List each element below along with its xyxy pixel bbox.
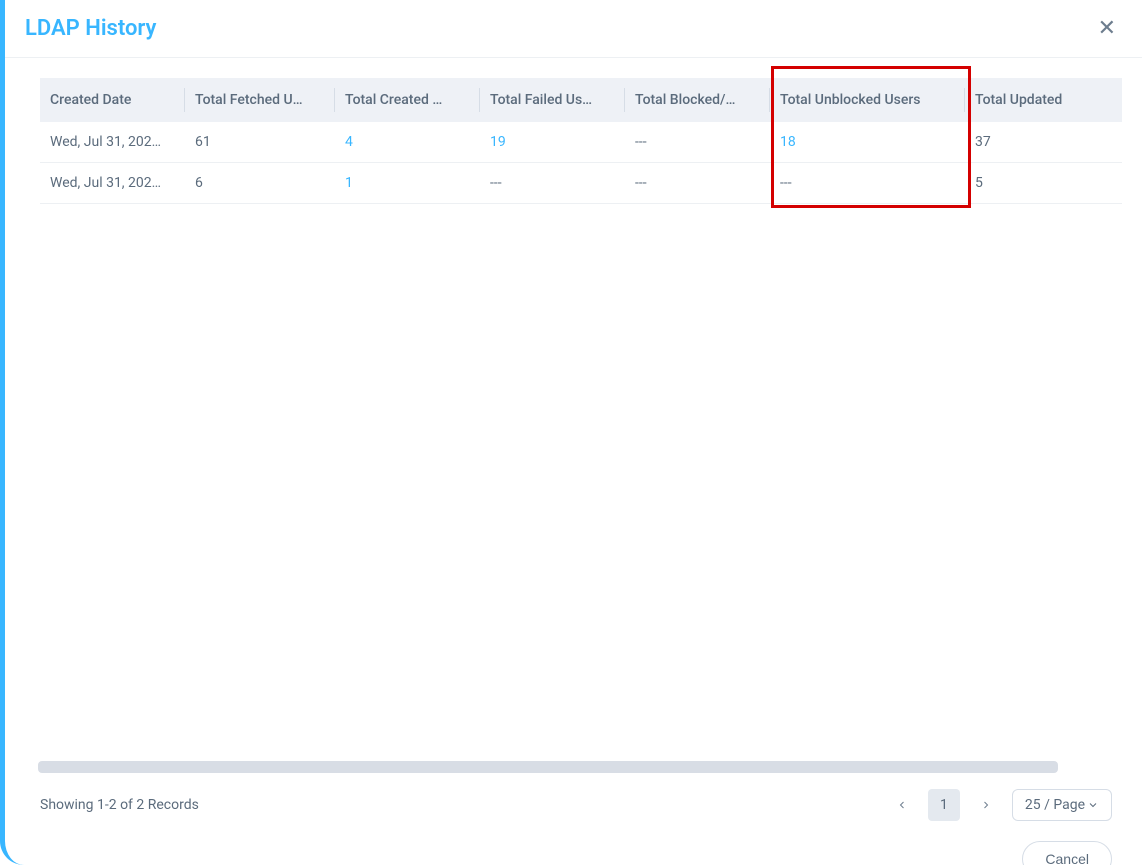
content-spacer (40, 204, 1122, 761)
cell-fetched: 6 (185, 163, 335, 204)
chevron-down-icon (1087, 799, 1099, 811)
cell-created-date: Wed, Jul 31, 202… (40, 122, 185, 163)
page-size-label: 25 / Page (1025, 797, 1085, 813)
cancel-button[interactable]: Cancel (1022, 841, 1112, 865)
col-header-total-updated[interactable]: Total Updated (965, 78, 1122, 122)
cell-unblocked: --- (770, 163, 965, 204)
col-header-created-date[interactable]: Created Date (40, 78, 185, 122)
pagination-footer: Showing 1-2 of 2 Records 1 25 / Page (5, 783, 1142, 831)
col-header-total-created[interactable]: Total Created … (335, 78, 480, 122)
table-row: Wed, Jul 31, 202… 61 4 19 --- 18 37 (40, 122, 1122, 163)
col-header-total-failed[interactable]: Total Failed Us… (480, 78, 625, 122)
modal-header: LDAP History ✕ (5, 0, 1142, 58)
records-count-text: Showing 1-2 of 2 Records (40, 797, 199, 813)
cell-fetched: 61 (185, 122, 335, 163)
modal-content: Created Date Total Fetched U… Total Crea… (5, 58, 1142, 783)
col-header-total-unblocked[interactable]: Total Unblocked Users (770, 78, 965, 122)
table-row: Wed, Jul 31, 202… 6 1 --- --- --- 5 (40, 163, 1122, 204)
cell-updated: 37 (965, 122, 1122, 163)
cell-blocked: --- (625, 163, 770, 204)
horizontal-scrollbar[interactable] (38, 761, 1058, 773)
col-header-total-blocked[interactable]: Total Blocked/… (625, 78, 770, 122)
page-size-select[interactable]: 25 / Page (1012, 789, 1112, 821)
ldap-history-modal: LDAP History ✕ Created Date Total Fetche… (0, 0, 1142, 865)
cell-created-link[interactable]: 1 (335, 163, 480, 204)
pagination-controls: 1 25 / Page (886, 789, 1112, 821)
close-icon[interactable]: ✕ (1092, 14, 1122, 43)
modal-actions: Cancel (5, 831, 1142, 865)
cell-failed: --- (480, 163, 625, 204)
current-page-indicator[interactable]: 1 (928, 789, 960, 821)
prev-page-button[interactable] (886, 789, 918, 821)
modal-title: LDAP History (25, 16, 156, 41)
cell-blocked: --- (625, 122, 770, 163)
chevron-left-icon (896, 799, 908, 811)
cell-failed-link[interactable]: 19 (480, 122, 625, 163)
cell-created-link[interactable]: 4 (335, 122, 480, 163)
history-table: Created Date Total Fetched U… Total Crea… (40, 78, 1122, 204)
cell-unblocked-link[interactable]: 18 (770, 122, 965, 163)
col-header-total-fetched[interactable]: Total Fetched U… (185, 78, 335, 122)
table-scroll-container[interactable]: Created Date Total Fetched U… Total Crea… (40, 78, 1122, 204)
cell-created-date: Wed, Jul 31, 202… (40, 163, 185, 204)
table-header-row: Created Date Total Fetched U… Total Crea… (40, 78, 1122, 122)
next-page-button[interactable] (970, 789, 1002, 821)
chevron-right-icon (980, 799, 992, 811)
cell-updated: 5 (965, 163, 1122, 204)
